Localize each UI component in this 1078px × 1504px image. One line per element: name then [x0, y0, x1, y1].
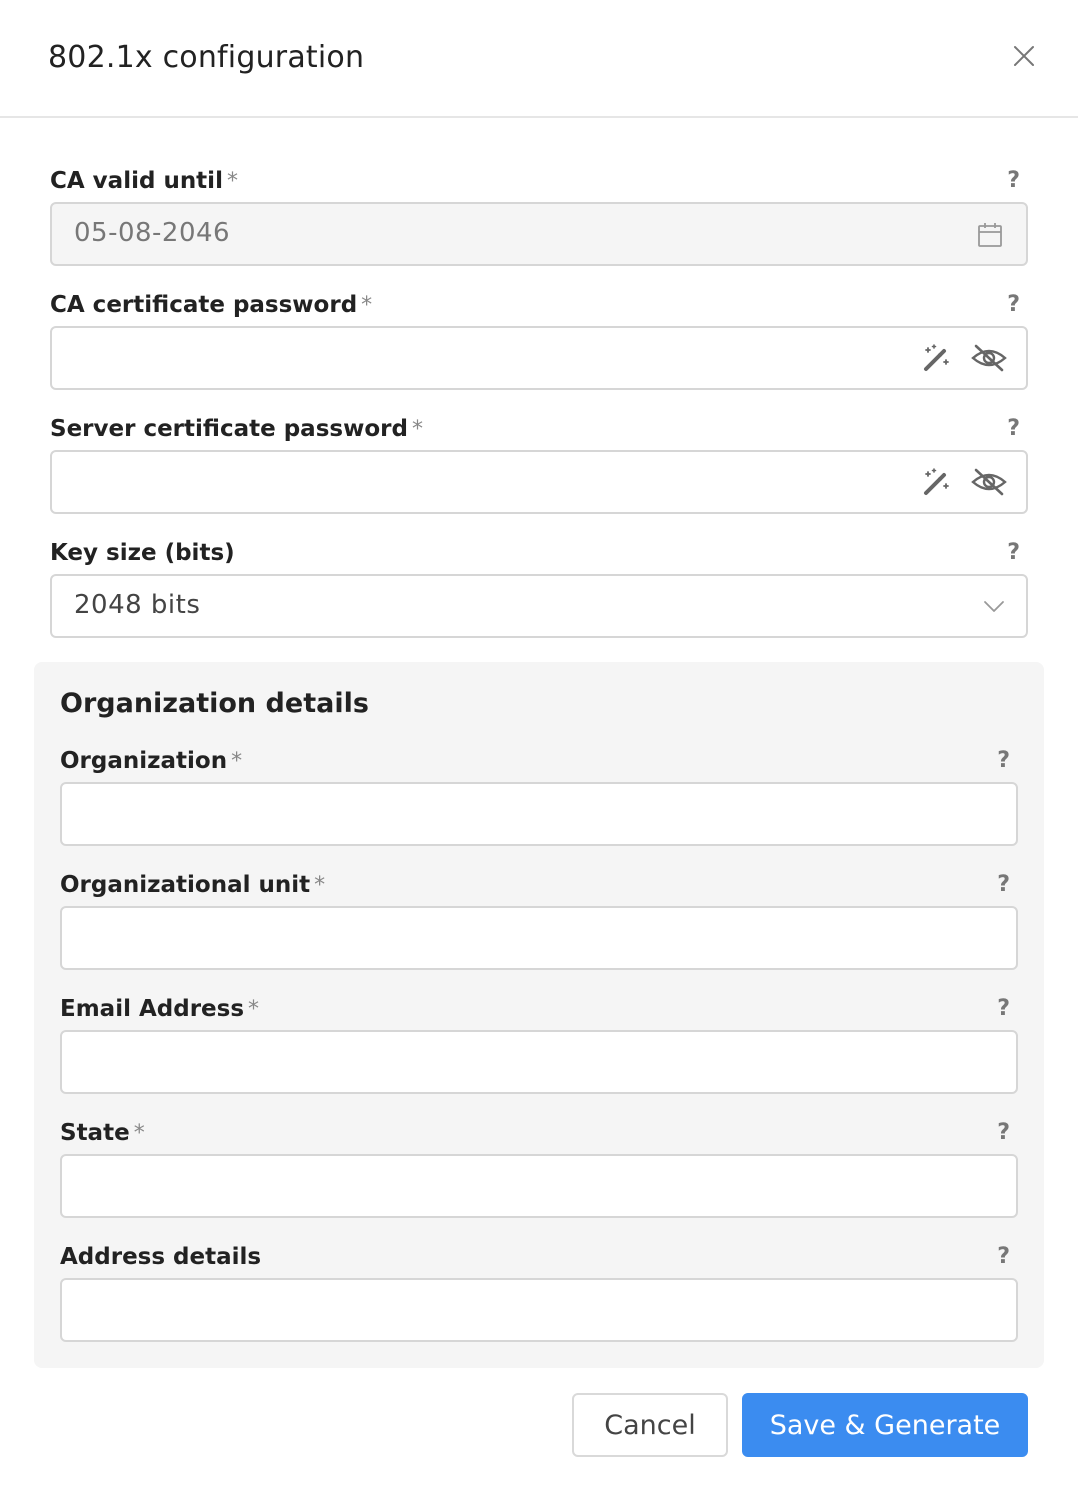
close-button[interactable]	[1006, 38, 1042, 74]
org-unit-input[interactable]	[60, 906, 1018, 970]
help-icon[interactable]: ?	[1007, 168, 1020, 193]
cancel-button[interactable]: Cancel	[572, 1393, 728, 1457]
save-generate-button[interactable]: Save & Generate	[742, 1393, 1028, 1457]
select-value: 2048 bits	[74, 590, 201, 620]
input-value: 05-08-2046	[74, 218, 231, 248]
eye-slash-icon[interactable]	[970, 466, 1008, 498]
email-input[interactable]	[60, 1030, 1018, 1094]
field-server-cert-password: Server certificate password * ?	[50, 416, 1028, 516]
magic-wand-icon[interactable]	[920, 342, 952, 374]
field-organization: Organization * ?	[60, 748, 1018, 848]
server-cert-password-input[interactable]	[50, 450, 1028, 514]
ca-cert-password-input[interactable]	[50, 326, 1028, 390]
field-org-unit: Organizational unit * ?	[60, 872, 1018, 972]
field-label: Email Address *	[60, 996, 260, 1022]
required-marker: *	[411, 417, 423, 442]
required-marker: *	[248, 997, 260, 1022]
help-icon[interactable]: ?	[997, 748, 1010, 773]
dialog-header: 802.1x configuration	[0, 0, 1078, 118]
state-input[interactable]	[60, 1154, 1018, 1218]
field-ca-valid-until: CA valid until * ? 05-08-2046	[50, 168, 1028, 268]
section-title: Organization details	[60, 688, 369, 719]
field-key-size: Key size (bits) ? 2048 bits	[50, 540, 1028, 640]
field-address: Address details ?	[60, 1244, 1018, 1344]
field-label: State *	[60, 1120, 145, 1146]
close-icon	[1014, 46, 1034, 66]
field-label: CA valid until *	[50, 168, 238, 194]
field-label: Organizational unit *	[60, 872, 326, 898]
required-marker: *	[133, 1121, 145, 1146]
eye-slash-icon[interactable]	[970, 342, 1008, 374]
field-ca-cert-password: CA certificate password * ?	[50, 292, 1028, 392]
field-state: State * ?	[60, 1120, 1018, 1220]
key-size-select[interactable]: 2048 bits	[50, 574, 1028, 638]
help-icon[interactable]: ?	[997, 996, 1010, 1021]
organization-details-panel: Organization details Organization * ? Org…	[34, 662, 1044, 1368]
help-icon[interactable]: ?	[997, 1120, 1010, 1145]
address-input[interactable]	[60, 1278, 1018, 1342]
field-label: Organization *	[60, 748, 243, 774]
magic-wand-icon[interactable]	[920, 466, 952, 498]
field-label: Address details	[60, 1244, 262, 1270]
chevron-down-icon	[984, 601, 1004, 612]
required-marker: *	[314, 873, 326, 898]
config-dialog: 802.1x configuration CA valid until * ? 0…	[0, 0, 1078, 1504]
field-label: Key size (bits)	[50, 540, 235, 566]
help-icon[interactable]: ?	[997, 1244, 1010, 1269]
organization-input[interactable]	[60, 782, 1018, 846]
required-marker: *	[226, 169, 238, 194]
dialog-title: 802.1x configuration	[48, 40, 365, 75]
field-label: Server certificate password *	[50, 416, 423, 442]
help-icon[interactable]: ?	[1007, 416, 1020, 441]
help-icon[interactable]: ?	[1007, 540, 1020, 565]
calendar-icon[interactable]	[974, 219, 1006, 251]
field-email: Email Address * ?	[60, 996, 1018, 1096]
help-icon[interactable]: ?	[997, 872, 1010, 897]
required-marker: *	[361, 293, 373, 318]
ca-valid-until-date-input[interactable]: 05-08-2046	[50, 202, 1028, 266]
help-icon[interactable]: ?	[1007, 292, 1020, 317]
required-marker: *	[231, 749, 243, 774]
field-label: CA certificate password *	[50, 292, 373, 318]
